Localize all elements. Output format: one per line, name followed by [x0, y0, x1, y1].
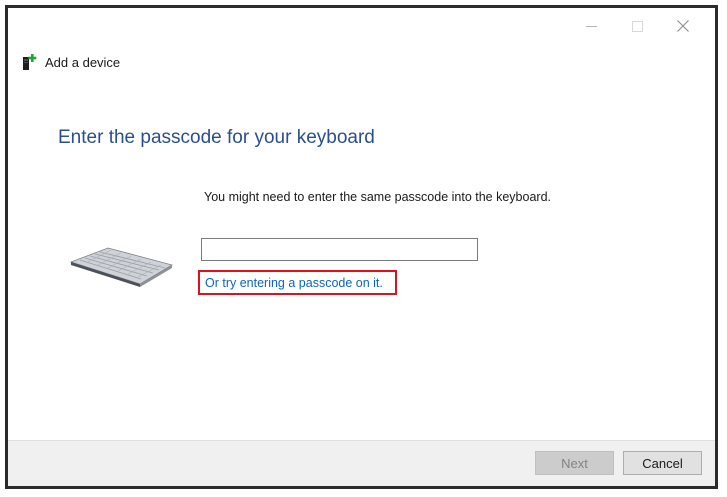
page-title: Enter the passcode for your keyboard — [58, 127, 375, 148]
maximize-icon — [631, 20, 643, 32]
title-bar[interactable] — [8, 8, 715, 46]
footer-bar: Next Cancel — [8, 440, 715, 486]
alt-passcode-link[interactable]: Or try entering a passcode on it. — [205, 276, 383, 290]
minimize-icon — [585, 25, 597, 27]
instruction-text: You might need to enter the same passcod… — [204, 190, 551, 204]
maximize-button[interactable] — [614, 8, 660, 44]
next-button[interactable]: Next — [535, 451, 614, 475]
close-icon — [677, 20, 689, 32]
alt-passcode-link-highlight: Or try entering a passcode on it. — [198, 270, 397, 295]
passcode-input[interactable] — [201, 238, 478, 261]
add-device-window: Add a device Enter the passcode for your… — [5, 5, 718, 489]
app-header: Add a device — [22, 52, 120, 72]
add-device-icon — [22, 53, 38, 71]
minimize-button[interactable] — [568, 8, 614, 44]
close-button[interactable] — [660, 8, 706, 44]
keyboard-image — [68, 240, 178, 290]
app-title: Add a device — [45, 54, 121, 70]
cancel-button[interactable]: Cancel — [623, 451, 702, 475]
